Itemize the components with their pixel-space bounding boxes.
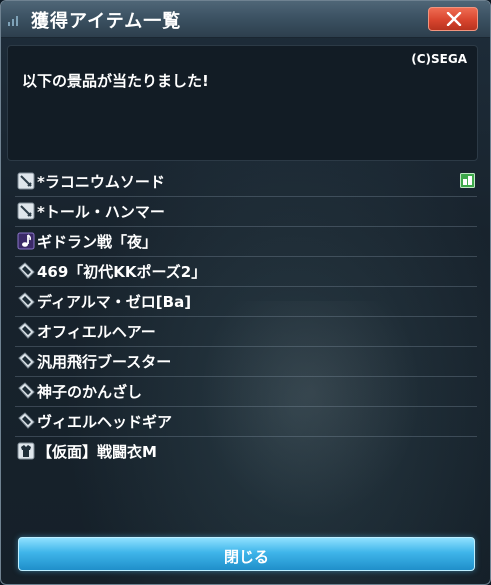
close-icon xyxy=(446,12,462,26)
item-label: *トール・ハンマー xyxy=(37,203,165,221)
tag-item-icon xyxy=(18,382,35,399)
close-button[interactable]: 閉じる xyxy=(18,537,475,571)
tag-item-icon xyxy=(18,292,35,309)
list-item[interactable]: ギドラン戦「夜」 xyxy=(15,227,477,257)
message-panel: (C)SEGA 以下の景品が当たりました! xyxy=(7,45,478,161)
tag-item-icon xyxy=(18,262,35,279)
item-label: 469「初代KKポーズ2」 xyxy=(37,263,207,281)
item-label: ギドラン戦「夜」 xyxy=(37,233,158,251)
close-x-button[interactable] xyxy=(428,7,478,31)
result-message: 以下の景品が当たりました! xyxy=(22,72,209,90)
item-label: 神子のかんざし xyxy=(37,383,143,401)
list-item[interactable]: 神子のかんざし xyxy=(15,377,477,407)
new-item-badge-icon xyxy=(460,173,475,188)
list-item[interactable]: *ラコニウムソード xyxy=(15,167,477,197)
list-item[interactable]: 【仮面】戦闘衣M xyxy=(15,437,477,466)
tag-item-icon xyxy=(18,352,35,369)
list-item[interactable]: 469「初代KKポーズ2」 xyxy=(15,257,477,287)
costume-icon xyxy=(17,442,35,460)
title-bar: 獲得アイテム一覧 xyxy=(1,1,490,38)
music-note-icon xyxy=(17,232,35,250)
item-label: 汎用飛行ブースター xyxy=(37,353,172,371)
list-item[interactable]: ディアルマ・ゼロ[Ba] xyxy=(15,287,477,317)
dialog-title: 獲得アイテム一覧 xyxy=(31,11,182,32)
item-label: ディアルマ・ゼロ[Ba] xyxy=(37,293,192,311)
item-label: 【仮面】戦闘衣M xyxy=(37,443,157,461)
list-item[interactable]: 汎用飛行ブースター xyxy=(15,347,477,377)
close-button-label: 閉じる xyxy=(223,548,269,566)
item-label: オフィエルヘアー xyxy=(37,323,156,341)
tag-item-icon xyxy=(18,412,35,429)
sword-weapon-icon xyxy=(17,202,35,220)
item-label: *ラコニウムソード xyxy=(37,173,165,191)
list-item[interactable]: ヴィエルヘッドギア xyxy=(15,407,477,437)
copyright-text: (C)SEGA xyxy=(411,52,467,66)
reward-list-dialog: 獲得アイテム一覧 (C)SEGA 以下の景品が当たりました! *ラコニウムソード xyxy=(0,0,491,585)
item-label: ヴィエルヘッドギア xyxy=(37,413,173,431)
tag-item-icon xyxy=(18,322,35,339)
list-item[interactable]: *トール・ハンマー xyxy=(15,197,477,227)
signal-bars-icon xyxy=(8,16,18,26)
list-item[interactable]: オフィエルヘアー xyxy=(15,317,477,347)
item-list: *ラコニウムソード *トール・ハンマー ギドラン戦「夜」 469「初代KKポーズ… xyxy=(15,167,477,466)
sword-weapon-icon xyxy=(17,172,35,190)
